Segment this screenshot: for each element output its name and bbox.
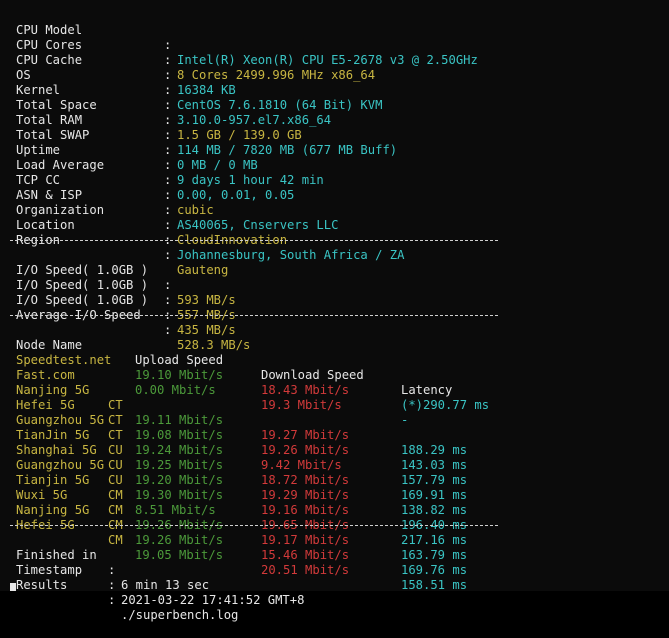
speed-row: Wuxi 5G CM 19.26 Mbit/s 19.17 Mbit/s 163… <box>16 488 468 562</box>
io-row-3: I/O Speed( 1.0GB ) : 435 MB/s <box>16 293 236 337</box>
info-row-os: OS : CentOS 7.6.1810 (64 Bit) KVM <box>16 68 383 112</box>
info-row-kernel: Kernel : 3.10.0-957.el7.x86_64 <box>16 83 332 127</box>
io-row-2: I/O Speed( 1.0GB ) : 557 MB/s <box>16 278 236 322</box>
info-row-region: Region : Gauteng <box>16 233 229 277</box>
io-row-average: Average I/O Speed : 528.3 MB/s <box>16 308 251 352</box>
info-row-total-swap: Total SWAP : 0 MB / 0 MB <box>16 128 258 172</box>
speed-row: Speedtest.net 19.10 Mbit/s 18.43 Mbit/s … <box>16 353 490 412</box>
info-row-tcp-cc: TCP CC : cubic <box>16 173 214 217</box>
info-row-cpu-cache: CPU Cache : 16384 KB <box>16 53 236 97</box>
info-row-cpu-cores: CPU Cores : 8 Cores 2499.996 MHz x86_64 <box>16 38 376 82</box>
speed-row: Tianjin 5G CM 8.51 Mbit/s 19.65 Mbit/s 2… <box>16 473 468 547</box>
summary-timestamp: Timestamp : 2021-03-22 17:41:52 GMT+8 <box>16 563 305 607</box>
speed-row: TianJin 5G CU 19.25 Mbit/s 18.72 Mbit/s … <box>16 428 468 502</box>
info-row-cpu-model: CPU Model : Intel(R) Xeon(R) CPU E5-2678… <box>16 23 478 67</box>
io-row-1: I/O Speed( 1.0GB ) : 593 MB/s <box>16 263 236 307</box>
speed-row: Hefei 5G CM 19.05 Mbit/s 20.51 Mbit/s 15… <box>16 518 468 592</box>
info-row-total-space: Total Space : 1.5 GB / 139.0 GB <box>16 98 302 142</box>
separator-line <box>10 525 498 526</box>
speed-row: Guangzhou 5G CU 19.30 Mbit/s 19.16 Mbit/… <box>16 458 468 532</box>
info-row-uptime: Uptime : 9 days 1 hour 42 min <box>16 143 324 187</box>
speed-row: Hefei 5G CT 19.08 Mbit/s 19.26 Mbit/s 14… <box>16 398 468 472</box>
speed-row: Guangzhou 5G CT 19.24 Mbit/s 9.42 Mbit/s… <box>16 413 468 487</box>
info-row-asn-isp: ASN & ISP : AS40065, Cnservers LLC <box>16 188 339 232</box>
separator-line <box>10 315 498 316</box>
summary-results: Results : ./superbench.log <box>16 578 239 622</box>
separator-line <box>10 240 498 241</box>
speed-row: Nanjing 5G CT 19.11 Mbit/s 19.27 Mbit/s … <box>16 383 468 457</box>
speed-row: Nanjing 5G CM 19.26 Mbit/s 15.46 Mbit/s … <box>16 503 468 577</box>
terminal-cursor <box>10 583 16 591</box>
terminal-window[interactable]: CPU Model : Intel(R) Xeon(R) CPU E5-2678… <box>0 0 669 622</box>
info-row-total-ram: Total RAM : 114 MB / 7820 MB (677 MB Buf… <box>16 113 398 157</box>
speed-table-header: Node Name Upload Speed Download Speed La… <box>16 338 453 397</box>
speed-row: Shanghai 5G CU 19.20 Mbit/s 19.29 Mbit/s… <box>16 443 468 517</box>
info-row-load-average: Load Average : 0.00, 0.01, 0.05 <box>16 158 295 202</box>
summary-finished: Finished in : 6 min 13 sec <box>16 548 210 592</box>
info-row-organization: Organization : CloudInnovation <box>16 203 288 247</box>
info-row-location: Location : Johannesburg, South Africa / … <box>16 218 405 262</box>
speed-row: Fast.com 0.00 Mbit/s 19.3 Mbit/s - <box>16 368 409 427</box>
